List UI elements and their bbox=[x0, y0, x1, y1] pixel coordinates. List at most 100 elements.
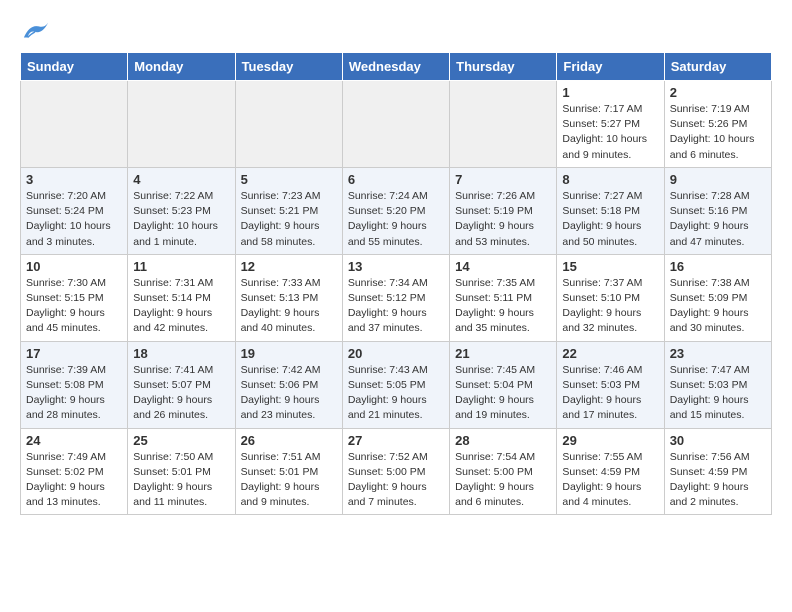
calendar-day-21: 21 Sunrise: 7:45 AM Sunset: 5:04 PM Dayli… bbox=[450, 341, 557, 428]
day-info: Sunrise: 7:17 AM Sunset: 5:27 PM Dayligh… bbox=[562, 102, 658, 163]
day-info: Sunrise: 7:30 AM Sunset: 5:15 PM Dayligh… bbox=[26, 276, 122, 337]
day-info: Sunrise: 7:33 AM Sunset: 5:13 PM Dayligh… bbox=[241, 276, 337, 337]
calendar-day-24: 24Sunrise: 7:49 AM Sunset: 5:02 PM Dayli… bbox=[21, 428, 128, 515]
day-info: Sunrise: 7:39 AM Sunset: 5:08 PM Dayligh… bbox=[26, 363, 122, 424]
calendar-header-thursday: Thursday bbox=[450, 53, 557, 81]
day-info: Sunrise: 7:35 AM Sunset: 5:11 PM Dayligh… bbox=[455, 276, 551, 337]
calendar-week-1: 1Sunrise: 7:17 AM Sunset: 5:27 PM Daylig… bbox=[21, 81, 772, 168]
day-info: Sunrise: 7:52 AM Sunset: 5:00 PM Dayligh… bbox=[348, 450, 444, 511]
day-number: 4 bbox=[133, 172, 229, 187]
calendar-header-tuesday: Tuesday bbox=[235, 53, 342, 81]
day-number: 24 bbox=[26, 433, 122, 448]
day-info: Sunrise: 7:26 AM Sunset: 5:19 PM Dayligh… bbox=[455, 189, 551, 250]
day-info: Sunrise: 7:37 AM Sunset: 5:10 PM Dayligh… bbox=[562, 276, 658, 337]
calendar-header-friday: Friday bbox=[557, 53, 664, 81]
day-info: Sunrise: 7:34 AM Sunset: 5:12 PM Dayligh… bbox=[348, 276, 444, 337]
day-info: Sunrise: 7:47 AM Sunset: 5:03 PM Dayligh… bbox=[670, 363, 766, 424]
calendar-header-monday: Monday bbox=[128, 53, 235, 81]
calendar-day-20: 20 Sunrise: 7:43 AM Sunset: 5:05 PM Dayli… bbox=[342, 341, 449, 428]
day-number: 13 bbox=[348, 259, 444, 274]
calendar-day-4: 4 Sunrise: 7:22 AM Sunset: 5:23 PM Daylig… bbox=[128, 167, 235, 254]
header bbox=[20, 20, 772, 42]
day-info: Sunrise: 7:46 AM Sunset: 5:03 PM Dayligh… bbox=[562, 363, 658, 424]
calendar-day-14: 14 Sunrise: 7:35 AM Sunset: 5:11 PM Dayli… bbox=[450, 254, 557, 341]
calendar-day-22: 22Sunrise: 7:46 AM Sunset: 5:03 PM Dayli… bbox=[557, 341, 664, 428]
day-info: Sunrise: 7:45 AM Sunset: 5:04 PM Dayligh… bbox=[455, 363, 551, 424]
day-number: 7 bbox=[455, 172, 551, 187]
day-info: Sunrise: 7:20 AM Sunset: 5:24 PM Dayligh… bbox=[26, 189, 122, 250]
day-number: 3 bbox=[26, 172, 122, 187]
day-info: Sunrise: 7:51 AM Sunset: 5:01 PM Dayligh… bbox=[241, 450, 337, 511]
day-info: Sunrise: 7:22 AM Sunset: 5:23 PM Dayligh… bbox=[133, 189, 229, 250]
day-number: 10 bbox=[26, 259, 122, 274]
day-number: 23 bbox=[670, 346, 766, 361]
day-number: 18 bbox=[133, 346, 229, 361]
day-info: Sunrise: 7:43 AM Sunset: 5:05 PM Dayligh… bbox=[348, 363, 444, 424]
day-number: 5 bbox=[241, 172, 337, 187]
calendar-day-2: 2 Sunrise: 7:19 AM Sunset: 5:26 PM Daylig… bbox=[664, 81, 771, 168]
calendar-day-28: 28 Sunrise: 7:54 AM Sunset: 5:00 PM Dayli… bbox=[450, 428, 557, 515]
day-number: 27 bbox=[348, 433, 444, 448]
calendar-week-2: 3 Sunrise: 7:20 AM Sunset: 5:24 PM Daylig… bbox=[21, 167, 772, 254]
day-number: 9 bbox=[670, 172, 766, 187]
day-number: 14 bbox=[455, 259, 551, 274]
day-info: Sunrise: 7:19 AM Sunset: 5:26 PM Dayligh… bbox=[670, 102, 766, 163]
day-info: Sunrise: 7:31 AM Sunset: 5:14 PM Dayligh… bbox=[133, 276, 229, 337]
day-info: Sunrise: 7:50 AM Sunset: 5:01 PM Dayligh… bbox=[133, 450, 229, 511]
day-number: 29 bbox=[562, 433, 658, 448]
calendar-day-6: 6 Sunrise: 7:24 AM Sunset: 5:20 PM Daylig… bbox=[342, 167, 449, 254]
day-info: Sunrise: 7:28 AM Sunset: 5:16 PM Dayligh… bbox=[670, 189, 766, 250]
day-number: 20 bbox=[348, 346, 444, 361]
day-info: Sunrise: 7:54 AM Sunset: 5:00 PM Dayligh… bbox=[455, 450, 551, 511]
day-number: 8 bbox=[562, 172, 658, 187]
day-number: 11 bbox=[133, 259, 229, 274]
calendar-day-17: 17 Sunrise: 7:39 AM Sunset: 5:08 PM Dayli… bbox=[21, 341, 128, 428]
day-info: Sunrise: 7:55 AM Sunset: 4:59 PM Dayligh… bbox=[562, 450, 658, 511]
calendar-day-11: 11 Sunrise: 7:31 AM Sunset: 5:14 PM Dayli… bbox=[128, 254, 235, 341]
day-number: 28 bbox=[455, 433, 551, 448]
logo bbox=[20, 20, 50, 42]
day-info: Sunrise: 7:24 AM Sunset: 5:20 PM Dayligh… bbox=[348, 189, 444, 250]
day-number: 25 bbox=[133, 433, 229, 448]
logo-bird-icon bbox=[22, 20, 50, 42]
calendar-day-empty bbox=[342, 81, 449, 168]
day-info: Sunrise: 7:56 AM Sunset: 4:59 PM Dayligh… bbox=[670, 450, 766, 511]
calendar-day-9: 9 Sunrise: 7:28 AM Sunset: 5:16 PM Daylig… bbox=[664, 167, 771, 254]
calendar-day-30: 30Sunrise: 7:56 AM Sunset: 4:59 PM Dayli… bbox=[664, 428, 771, 515]
calendar-day-empty bbox=[235, 81, 342, 168]
calendar-header-saturday: Saturday bbox=[664, 53, 771, 81]
calendar-header-sunday: Sunday bbox=[21, 53, 128, 81]
day-number: 16 bbox=[670, 259, 766, 274]
day-number: 17 bbox=[26, 346, 122, 361]
day-number: 2 bbox=[670, 85, 766, 100]
day-info: Sunrise: 7:42 AM Sunset: 5:06 PM Dayligh… bbox=[241, 363, 337, 424]
day-number: 21 bbox=[455, 346, 551, 361]
calendar-day-empty bbox=[21, 81, 128, 168]
day-info: Sunrise: 7:27 AM Sunset: 5:18 PM Dayligh… bbox=[562, 189, 658, 250]
calendar-day-10: 10 Sunrise: 7:30 AM Sunset: 5:15 PM Dayli… bbox=[21, 254, 128, 341]
day-number: 6 bbox=[348, 172, 444, 187]
calendar-day-1: 1Sunrise: 7:17 AM Sunset: 5:27 PM Daylig… bbox=[557, 81, 664, 168]
day-number: 12 bbox=[241, 259, 337, 274]
calendar-week-4: 17 Sunrise: 7:39 AM Sunset: 5:08 PM Dayli… bbox=[21, 341, 772, 428]
calendar-week-5: 24Sunrise: 7:49 AM Sunset: 5:02 PM Dayli… bbox=[21, 428, 772, 515]
calendar-day-empty bbox=[450, 81, 557, 168]
calendar-day-16: 16Sunrise: 7:38 AM Sunset: 5:09 PM Dayli… bbox=[664, 254, 771, 341]
calendar-day-8: 8 Sunrise: 7:27 AM Sunset: 5:18 PM Daylig… bbox=[557, 167, 664, 254]
calendar-day-27: 27 Sunrise: 7:52 AM Sunset: 5:00 PM Dayli… bbox=[342, 428, 449, 515]
day-info: Sunrise: 7:23 AM Sunset: 5:21 PM Dayligh… bbox=[241, 189, 337, 250]
logo-text bbox=[20, 20, 50, 42]
calendar-day-19: 19Sunrise: 7:42 AM Sunset: 5:06 PM Dayli… bbox=[235, 341, 342, 428]
page: SundayMondayTuesdayWednesdayThursdayFrid… bbox=[0, 0, 792, 535]
day-number: 15 bbox=[562, 259, 658, 274]
calendar-day-3: 3 Sunrise: 7:20 AM Sunset: 5:24 PM Daylig… bbox=[21, 167, 128, 254]
calendar-day-23: 23 Sunrise: 7:47 AM Sunset: 5:03 PM Dayli… bbox=[664, 341, 771, 428]
calendar-day-12: 12 Sunrise: 7:33 AM Sunset: 5:13 PM Dayli… bbox=[235, 254, 342, 341]
calendar-day-7: 7 Sunrise: 7:26 AM Sunset: 5:19 PM Daylig… bbox=[450, 167, 557, 254]
calendar-header-wednesday: Wednesday bbox=[342, 53, 449, 81]
calendar-day-18: 18 Sunrise: 7:41 AM Sunset: 5:07 PM Dayli… bbox=[128, 341, 235, 428]
calendar-day-5: 5 Sunrise: 7:23 AM Sunset: 5:21 PM Daylig… bbox=[235, 167, 342, 254]
calendar-day-empty bbox=[128, 81, 235, 168]
calendar-day-15: 15 Sunrise: 7:37 AM Sunset: 5:10 PM Dayli… bbox=[557, 254, 664, 341]
day-info: Sunrise: 7:41 AM Sunset: 5:07 PM Dayligh… bbox=[133, 363, 229, 424]
